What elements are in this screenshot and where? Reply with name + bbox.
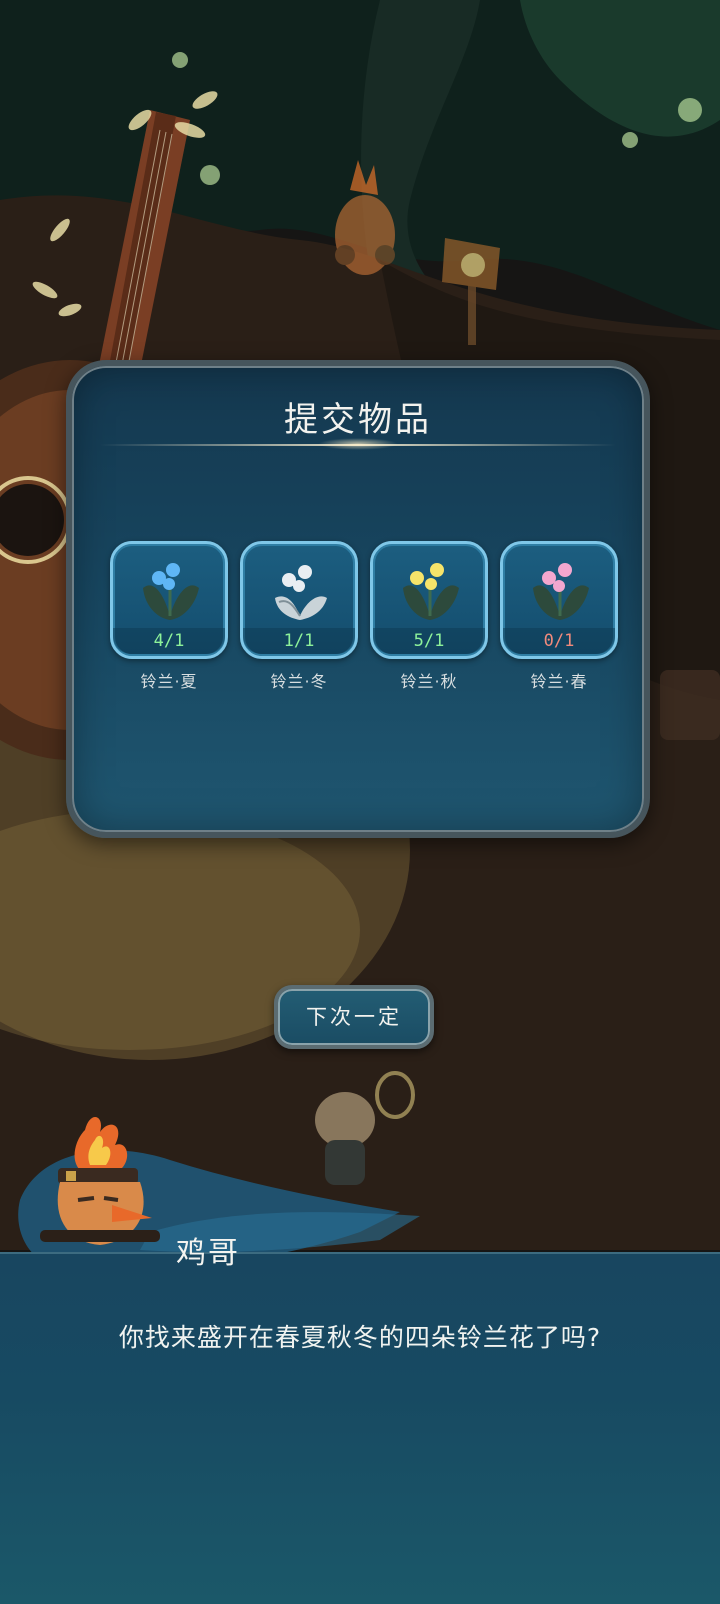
item-name: 铃兰·夏: [140, 672, 198, 691]
dialog-title: 提交物品: [284, 400, 432, 440]
item-count: 4/1: [113, 628, 225, 654]
dialogue-text: 你找来盛开在春夏秋冬的四朵铃兰花了吗?: [118, 1323, 602, 1352]
item-slot-spring-lily[interactable]: 0/1: [500, 541, 618, 659]
item-name: 铃兰·冬: [270, 672, 328, 691]
item-slot-winter-lily[interactable]: 1/1: [240, 541, 358, 659]
dialogue-panel[interactable]: [0, 1252, 720, 1604]
item-name: 铃兰·秋: [400, 672, 458, 691]
blue-lily-of-the-valley-icon: [143, 563, 199, 620]
speaker-portrait-avatar: [40, 1117, 160, 1245]
title-divider-glow: [318, 438, 398, 450]
speaker-name: 鸡哥: [176, 1236, 240, 1271]
item-name: 铃兰·春: [530, 672, 588, 691]
item-count: 5/1: [373, 628, 485, 654]
white-lily-of-the-valley-icon: [275, 565, 327, 620]
item-count: 0/1: [503, 628, 615, 654]
item-slot-autumn-lily[interactable]: 5/1: [370, 541, 488, 659]
pink-lily-of-the-valley-icon: [533, 563, 589, 620]
item-count: 1/1: [243, 628, 355, 654]
submit-items-dialog: 提交物品 4/1 铃兰·夏 1/1 铃兰·冬 5/1 铃兰·秋 0/1 铃兰·春: [66, 360, 650, 838]
next-time-button[interactable]: 下次一定: [274, 985, 434, 1049]
item-slot-summer-lily[interactable]: 4/1: [110, 541, 228, 659]
yellow-lily-of-the-valley-icon: [403, 563, 459, 620]
